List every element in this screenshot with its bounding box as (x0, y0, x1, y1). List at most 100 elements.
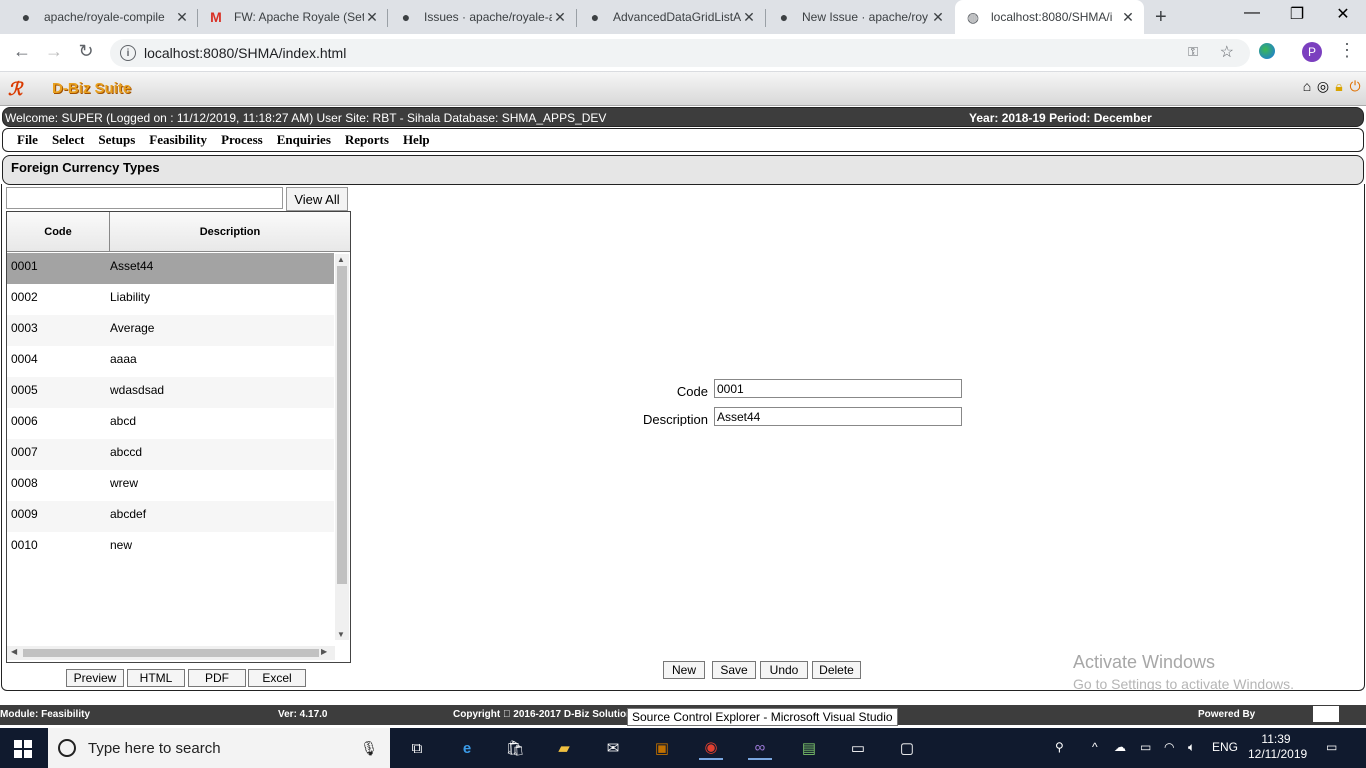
close-icon[interactable]: ✕ (1120, 9, 1136, 26)
close-icon[interactable]: ✕ (552, 9, 568, 26)
table-row[interactable]: 0008 wrew (7, 470, 334, 501)
table-row[interactable]: 0003 Average (7, 315, 334, 346)
column-header-description[interactable]: Description (110, 212, 350, 252)
address-bar[interactable]: i localhost:8080/SHMA/index.html ⚿ ☆ (110, 39, 1250, 67)
menu-file[interactable]: File (17, 132, 38, 148)
notification-icon[interactable]: ▭ (1326, 740, 1337, 754)
code-field[interactable] (714, 379, 962, 398)
app-icon[interactable]: ▣ (650, 736, 674, 760)
scroll-up-icon[interactable]: ▲ (337, 255, 345, 264)
column-header-code[interactable]: Code (7, 212, 110, 252)
menu-feasibility[interactable]: Feasibility (149, 132, 207, 148)
close-window-button[interactable]: ✕ (1323, 4, 1363, 24)
key-icon[interactable]: ⚿ (1188, 44, 1198, 60)
store-icon[interactable]: 🛍︎ (503, 736, 527, 760)
horizontal-scrollbar[interactable]: ◀ ▶ (7, 646, 335, 660)
excel-button[interactable]: Excel (248, 669, 306, 687)
lock-icon[interactable]: 🔒︎ (1332, 78, 1346, 100)
notepad-icon[interactable]: ▤ (797, 736, 821, 760)
browser-tab[interactable]: ● New Issue · apache/roy ✕ (766, 0, 954, 34)
github-icon: ● (779, 9, 789, 25)
table-row[interactable]: 0005 wdasdsad (7, 377, 334, 408)
table-row[interactable]: 0007 abccd (7, 439, 334, 470)
menu-process[interactable]: Process (221, 132, 263, 148)
table-row[interactable]: 0002 Liability (7, 284, 334, 315)
terminal-icon[interactable]: ▭ (846, 736, 870, 760)
powered-by-logo (1313, 706, 1339, 722)
globe-icon[interactable]: ◎ (1316, 78, 1330, 100)
people-icon[interactable]: ⚲ (1055, 740, 1064, 754)
back-button[interactable]: ← (10, 41, 34, 62)
menu-reports[interactable]: Reports (345, 132, 389, 148)
visual-studio-icon[interactable]: ∞ (748, 736, 772, 760)
star-icon[interactable]: ☆ (1220, 42, 1234, 62)
windows-start-icon[interactable] (14, 740, 32, 758)
browser-tab-active[interactable]: ◍ localhost:8080/SHMA/i ✕ (955, 0, 1144, 34)
file-explorer-icon[interactable]: ▰ (552, 736, 576, 760)
browser-tab[interactable]: ● AdvancedDataGridListA ✕ (577, 0, 765, 34)
new-tab-button[interactable]: + (1155, 6, 1167, 29)
undo-button[interactable]: Undo (760, 661, 808, 679)
description-field[interactable] (714, 407, 962, 426)
minimize-button[interactable]: — (1232, 4, 1272, 22)
pdf-button[interactable]: PDF (188, 669, 246, 687)
vertical-scrollbar[interactable]: ▲ ▼ (335, 254, 349, 640)
reload-button[interactable]: ↻ (74, 41, 98, 62)
preview-button[interactable]: Preview (66, 669, 124, 687)
delete-button[interactable]: Delete (812, 661, 861, 679)
clock[interactable]: 11:39 12/11/2019 (1248, 732, 1307, 762)
table-row[interactable]: 0010 new (7, 532, 334, 563)
profile-avatar[interactable]: P (1302, 42, 1322, 62)
restore-button[interactable]: ❐ (1277, 4, 1317, 24)
html-button[interactable]: HTML (127, 669, 185, 687)
browser-tab[interactable]: M FW: Apache Royale (Set ✕ (198, 0, 388, 34)
browser-tab[interactable]: ● Issues · apache/royale-a ✕ (388, 0, 576, 34)
edge-icon[interactable]: e (455, 736, 479, 760)
chevron-up-icon[interactable]: ^ (1092, 740, 1098, 754)
menu-select[interactable]: Select (52, 132, 84, 148)
cloud-icon[interactable]: ☁ (1114, 740, 1126, 754)
info-icon[interactable]: i (120, 45, 136, 61)
main-menu: File Select Setups Feasibility Process E… (2, 128, 1364, 152)
table-row[interactable]: 0004 aaaa (7, 346, 334, 377)
task-view-icon[interactable]: ⧉ (405, 736, 429, 760)
language-indicator[interactable]: ENG (1212, 740, 1238, 754)
app-logo-text: D-Biz Suite (52, 80, 132, 97)
close-icon[interactable]: ✕ (174, 9, 190, 26)
scroll-left-icon[interactable]: ◀ (11, 647, 17, 656)
scroll-right-icon[interactable]: ▶ (321, 647, 327, 656)
close-icon[interactable]: ✕ (741, 9, 757, 26)
new-button[interactable]: New (663, 661, 705, 679)
microphone-icon[interactable]: 🎙︎ (360, 740, 378, 757)
table-row[interactable]: 0001 Asset44 (7, 253, 334, 284)
scroll-thumb[interactable] (23, 649, 319, 657)
power-icon[interactable]: ⏻ (1348, 78, 1362, 100)
menu-help[interactable]: Help (403, 132, 430, 148)
scroll-down-icon[interactable]: ▼ (337, 630, 345, 639)
mail-icon[interactable]: ✉ (601, 736, 625, 760)
close-icon[interactable]: ✕ (930, 9, 946, 26)
remote-desktop-icon[interactable]: ▢ (895, 736, 919, 760)
cell-code: 0001 (11, 259, 38, 273)
battery-icon[interactable]: ▭ (1140, 740, 1151, 754)
menu-setups[interactable]: Setups (98, 132, 135, 148)
scroll-thumb[interactable] (337, 266, 347, 584)
extension-icon[interactable] (1259, 43, 1275, 59)
menu-icon[interactable]: ⋮ (1338, 40, 1356, 61)
currency-grid: Code Description 0001 Asset44 0002 Liabi… (6, 211, 351, 663)
view-all-button[interactable]: View All (286, 187, 348, 211)
table-row[interactable]: 0009 abcdef (7, 501, 334, 532)
taskbar-search[interactable]: Type here to search 🎙︎ (48, 728, 390, 768)
home-icon[interactable]: ⌂ (1300, 78, 1314, 100)
forward-button[interactable]: → (42, 41, 66, 62)
menu-enquiries[interactable]: Enquiries (277, 132, 331, 148)
close-icon[interactable]: ✕ (364, 9, 380, 26)
save-button[interactable]: Save (712, 661, 756, 679)
volume-icon[interactable]: 🔈︎ (1188, 740, 1195, 755)
wifi-icon[interactable]: ◠ (1164, 740, 1174, 754)
browser-tab[interactable]: ● apache/royale-compile ✕ (8, 0, 198, 34)
table-row[interactable]: 0006 abcd (7, 408, 334, 439)
search-input[interactable] (6, 187, 283, 209)
url-text[interactable]: localhost:8080/SHMA/index.html (144, 45, 346, 61)
chrome-icon[interactable]: ◉ (699, 736, 723, 760)
